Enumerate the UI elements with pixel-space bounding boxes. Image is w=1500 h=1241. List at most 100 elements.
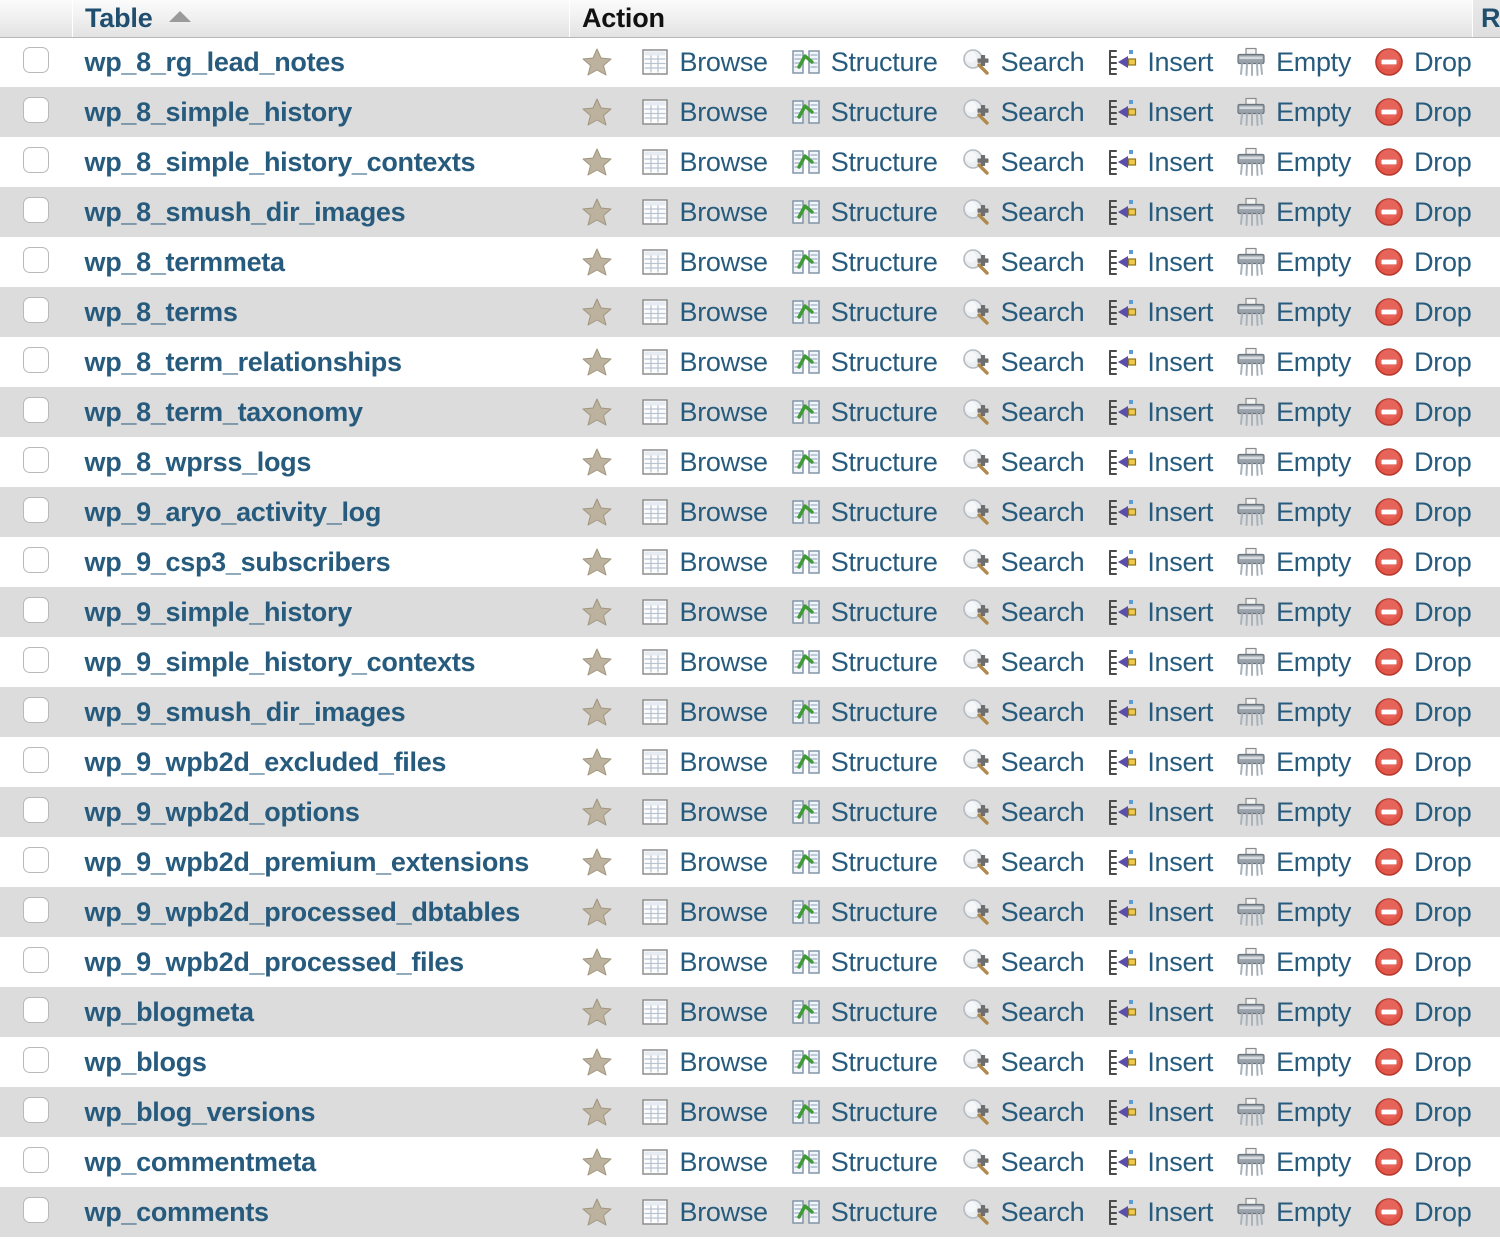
insert-action[interactable]: Insert: [1106, 1096, 1213, 1128]
search-action[interactable]: Search: [960, 1196, 1085, 1228]
star-icon[interactable]: [581, 496, 613, 528]
row-table-name-cell[interactable]: wp_8_simple_history: [73, 87, 570, 137]
row-checkbox[interactable]: [23, 47, 49, 73]
insert-action[interactable]: Insert: [1106, 196, 1213, 228]
browse-action[interactable]: Browse: [639, 596, 768, 628]
star-icon[interactable]: [581, 146, 613, 178]
search-action[interactable]: Search: [960, 796, 1085, 828]
row-table-name-cell[interactable]: wp_9_aryo_activity_log: [73, 487, 570, 537]
insert-action[interactable]: Insert: [1106, 1046, 1213, 1078]
search-action[interactable]: Search: [960, 696, 1085, 728]
drop-action[interactable]: Drop: [1373, 396, 1471, 428]
empty-action[interactable]: Empty: [1235, 446, 1351, 478]
structure-action[interactable]: Structure: [790, 1096, 938, 1128]
header-table-column[interactable]: Table: [73, 0, 570, 37]
star-icon[interactable]: [581, 746, 613, 778]
star-icon[interactable]: [581, 196, 613, 228]
browse-action[interactable]: Browse: [639, 1146, 768, 1178]
drop-action[interactable]: Drop: [1373, 196, 1471, 228]
row-select-cell[interactable]: [0, 737, 73, 787]
empty-action[interactable]: Empty: [1235, 1196, 1351, 1228]
row-select-cell[interactable]: [0, 187, 73, 237]
table-row[interactable]: wp_8_term_taxonomy: [0, 387, 1500, 437]
star-icon[interactable]: [581, 396, 613, 428]
browse-action[interactable]: Browse: [639, 446, 768, 478]
row-checkbox[interactable]: [23, 547, 49, 573]
browse-action[interactable]: Browse: [639, 1196, 768, 1228]
row-select-cell[interactable]: [0, 37, 73, 87]
row-checkbox[interactable]: [23, 347, 49, 373]
browse-action[interactable]: Browse: [639, 796, 768, 828]
table-name-link[interactable]: wp_9_wpb2d_processed_dbtables: [85, 897, 520, 927]
star-icon[interactable]: [581, 346, 613, 378]
empty-action[interactable]: Empty: [1235, 696, 1351, 728]
search-action[interactable]: Search: [960, 346, 1085, 378]
browse-action[interactable]: Browse: [639, 96, 768, 128]
empty-action[interactable]: Empty: [1235, 996, 1351, 1028]
insert-action[interactable]: Insert: [1106, 46, 1213, 78]
table-row[interactable]: wp_8_wprss_logs: [0, 437, 1500, 487]
table-name-link[interactable]: wp_9_wpb2d_options: [85, 797, 360, 827]
table-row[interactable]: wp_blogs: [0, 1037, 1500, 1087]
row-table-name-cell[interactable]: wp_comments: [73, 1187, 570, 1237]
structure-action[interactable]: Structure: [790, 246, 938, 278]
star-icon[interactable]: [581, 1146, 613, 1178]
star-icon[interactable]: [581, 896, 613, 928]
table-row[interactable]: wp_blog_versions: [0, 1087, 1500, 1137]
empty-action[interactable]: Empty: [1235, 596, 1351, 628]
row-select-cell[interactable]: [0, 637, 73, 687]
insert-action[interactable]: Insert: [1106, 546, 1213, 578]
row-select-cell[interactable]: [0, 687, 73, 737]
browse-action[interactable]: Browse: [639, 46, 768, 78]
drop-action[interactable]: Drop: [1373, 1096, 1471, 1128]
row-table-name-cell[interactable]: wp_8_terms: [73, 287, 570, 337]
row-table-name-cell[interactable]: wp_9_wpb2d_options: [73, 787, 570, 837]
row-select-cell[interactable]: [0, 537, 73, 587]
empty-action[interactable]: Empty: [1235, 246, 1351, 278]
table-row[interactable]: wp_8_rg_lead_notes: [0, 37, 1500, 87]
empty-action[interactable]: Empty: [1235, 1046, 1351, 1078]
search-action[interactable]: Search: [960, 1146, 1085, 1178]
table-name-link[interactable]: wp_9_wpb2d_premium_extensions: [85, 847, 529, 877]
structure-action[interactable]: Structure: [790, 646, 938, 678]
search-action[interactable]: Search: [960, 446, 1085, 478]
row-select-cell[interactable]: [0, 787, 73, 837]
row-table-name-cell[interactable]: wp_9_simple_history: [73, 587, 570, 637]
row-checkbox[interactable]: [23, 797, 49, 823]
row-table-name-cell[interactable]: wp_9_smush_dir_images: [73, 687, 570, 737]
row-select-cell[interactable]: [0, 837, 73, 887]
table-name-link[interactable]: wp_8_simple_history_contexts: [85, 147, 476, 177]
drop-action[interactable]: Drop: [1373, 696, 1471, 728]
star-icon[interactable]: [581, 1196, 613, 1228]
drop-action[interactable]: Drop: [1373, 446, 1471, 478]
insert-action[interactable]: Insert: [1106, 796, 1213, 828]
browse-action[interactable]: Browse: [639, 896, 768, 928]
search-action[interactable]: Search: [960, 496, 1085, 528]
browse-action[interactable]: Browse: [639, 1096, 768, 1128]
drop-action[interactable]: Drop: [1373, 1046, 1471, 1078]
insert-action[interactable]: Insert: [1106, 446, 1213, 478]
row-checkbox[interactable]: [23, 447, 49, 473]
row-select-cell[interactable]: [0, 87, 73, 137]
search-action[interactable]: Search: [960, 46, 1085, 78]
structure-action[interactable]: Structure: [790, 996, 938, 1028]
structure-action[interactable]: Structure: [790, 746, 938, 778]
row-checkbox[interactable]: [23, 947, 49, 973]
table-name-link[interactable]: wp_9_simple_history: [85, 597, 352, 627]
structure-action[interactable]: Structure: [790, 1046, 938, 1078]
table-name-link[interactable]: wp_9_wpb2d_processed_files: [85, 947, 464, 977]
row-checkbox[interactable]: [23, 247, 49, 273]
row-select-cell[interactable]: [0, 487, 73, 537]
table-row[interactable]: wp_8_smush_dir_images: [0, 187, 1500, 237]
browse-action[interactable]: Browse: [639, 496, 768, 528]
row-checkbox[interactable]: [23, 297, 49, 323]
browse-action[interactable]: Browse: [639, 846, 768, 878]
table-name-link[interactable]: wp_8_terms: [85, 297, 238, 327]
structure-action[interactable]: Structure: [790, 846, 938, 878]
drop-action[interactable]: Drop: [1373, 746, 1471, 778]
row-select-cell[interactable]: [0, 387, 73, 437]
search-action[interactable]: Search: [960, 396, 1085, 428]
star-icon[interactable]: [581, 1046, 613, 1078]
table-row[interactable]: wp_commentmeta: [0, 1137, 1500, 1187]
empty-action[interactable]: Empty: [1235, 846, 1351, 878]
